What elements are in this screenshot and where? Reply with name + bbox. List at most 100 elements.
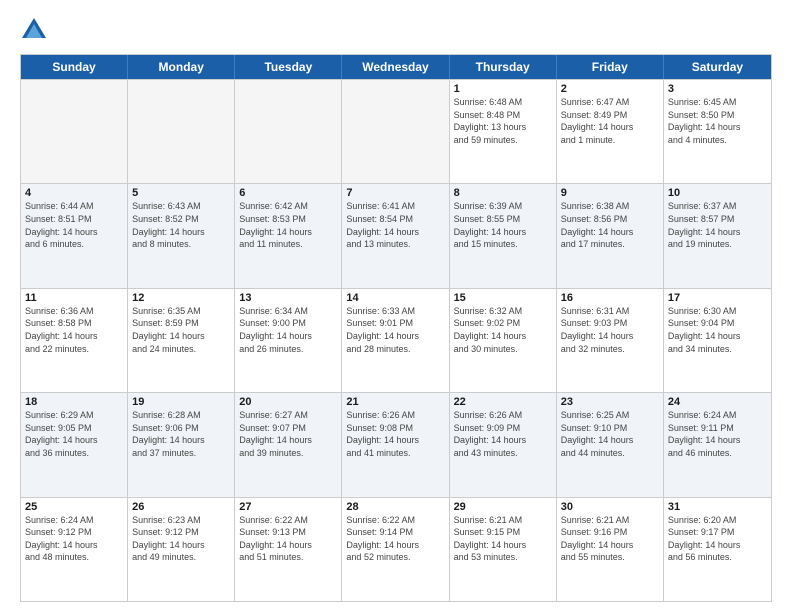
- calendar-cell: 4Sunrise: 6:44 AM Sunset: 8:51 PM Daylig…: [21, 184, 128, 287]
- day-number: 5: [132, 187, 230, 199]
- day-info: Sunrise: 6:21 AM Sunset: 9:15 PM Dayligh…: [454, 514, 552, 564]
- day-info: Sunrise: 6:31 AM Sunset: 9:03 PM Dayligh…: [561, 305, 659, 355]
- calendar-cell: 19Sunrise: 6:28 AM Sunset: 9:06 PM Dayli…: [128, 393, 235, 496]
- day-number: 26: [132, 501, 230, 513]
- calendar-cell: 3Sunrise: 6:45 AM Sunset: 8:50 PM Daylig…: [664, 80, 771, 183]
- day-info: Sunrise: 6:42 AM Sunset: 8:53 PM Dayligh…: [239, 200, 337, 250]
- day-info: Sunrise: 6:36 AM Sunset: 8:58 PM Dayligh…: [25, 305, 123, 355]
- calendar-cell: 21Sunrise: 6:26 AM Sunset: 9:08 PM Dayli…: [342, 393, 449, 496]
- day-number: 11: [25, 292, 123, 304]
- day-info: Sunrise: 6:28 AM Sunset: 9:06 PM Dayligh…: [132, 409, 230, 459]
- calendar-row: 18Sunrise: 6:29 AM Sunset: 9:05 PM Dayli…: [21, 392, 771, 496]
- day-info: Sunrise: 6:30 AM Sunset: 9:04 PM Dayligh…: [668, 305, 767, 355]
- day-info: Sunrise: 6:23 AM Sunset: 9:12 PM Dayligh…: [132, 514, 230, 564]
- weekday-header: Monday: [128, 55, 235, 79]
- calendar-row: 25Sunrise: 6:24 AM Sunset: 9:12 PM Dayli…: [21, 497, 771, 601]
- calendar-cell: 24Sunrise: 6:24 AM Sunset: 9:11 PM Dayli…: [664, 393, 771, 496]
- calendar-row: 1Sunrise: 6:48 AM Sunset: 8:48 PM Daylig…: [21, 79, 771, 183]
- day-info: Sunrise: 6:20 AM Sunset: 9:17 PM Dayligh…: [668, 514, 767, 564]
- logo-icon: [20, 16, 48, 44]
- calendar-cell: 9Sunrise: 6:38 AM Sunset: 8:56 PM Daylig…: [557, 184, 664, 287]
- calendar-cell: 22Sunrise: 6:26 AM Sunset: 9:09 PM Dayli…: [450, 393, 557, 496]
- calendar-cell: 16Sunrise: 6:31 AM Sunset: 9:03 PM Dayli…: [557, 289, 664, 392]
- day-info: Sunrise: 6:41 AM Sunset: 8:54 PM Dayligh…: [346, 200, 444, 250]
- day-number: 28: [346, 501, 444, 513]
- calendar-cell: 26Sunrise: 6:23 AM Sunset: 9:12 PM Dayli…: [128, 498, 235, 601]
- day-number: 16: [561, 292, 659, 304]
- day-number: 23: [561, 396, 659, 408]
- day-number: 21: [346, 396, 444, 408]
- day-number: 17: [668, 292, 767, 304]
- calendar-cell: 28Sunrise: 6:22 AM Sunset: 9:14 PM Dayli…: [342, 498, 449, 601]
- day-number: 7: [346, 187, 444, 199]
- day-info: Sunrise: 6:26 AM Sunset: 9:08 PM Dayligh…: [346, 409, 444, 459]
- calendar-cell: [128, 80, 235, 183]
- weekday-header: Tuesday: [235, 55, 342, 79]
- weekday-header: Sunday: [21, 55, 128, 79]
- day-number: 20: [239, 396, 337, 408]
- calendar-cell: 5Sunrise: 6:43 AM Sunset: 8:52 PM Daylig…: [128, 184, 235, 287]
- calendar-cell: 27Sunrise: 6:22 AM Sunset: 9:13 PM Dayli…: [235, 498, 342, 601]
- calendar-cell: 23Sunrise: 6:25 AM Sunset: 9:10 PM Dayli…: [557, 393, 664, 496]
- calendar-cell: 7Sunrise: 6:41 AM Sunset: 8:54 PM Daylig…: [342, 184, 449, 287]
- day-info: Sunrise: 6:45 AM Sunset: 8:50 PM Dayligh…: [668, 96, 767, 146]
- day-number: 3: [668, 83, 767, 95]
- day-number: 19: [132, 396, 230, 408]
- day-info: Sunrise: 6:33 AM Sunset: 9:01 PM Dayligh…: [346, 305, 444, 355]
- day-info: Sunrise: 6:32 AM Sunset: 9:02 PM Dayligh…: [454, 305, 552, 355]
- calendar-cell: 6Sunrise: 6:42 AM Sunset: 8:53 PM Daylig…: [235, 184, 342, 287]
- day-number: 10: [668, 187, 767, 199]
- day-number: 24: [668, 396, 767, 408]
- calendar-body: 1Sunrise: 6:48 AM Sunset: 8:48 PM Daylig…: [21, 79, 771, 601]
- calendar-row: 4Sunrise: 6:44 AM Sunset: 8:51 PM Daylig…: [21, 183, 771, 287]
- weekday-header: Thursday: [450, 55, 557, 79]
- day-number: 4: [25, 187, 123, 199]
- weekday-header: Wednesday: [342, 55, 449, 79]
- day-info: Sunrise: 6:34 AM Sunset: 9:00 PM Dayligh…: [239, 305, 337, 355]
- day-number: 6: [239, 187, 337, 199]
- calendar-cell: [21, 80, 128, 183]
- day-number: 2: [561, 83, 659, 95]
- day-number: 18: [25, 396, 123, 408]
- day-info: Sunrise: 6:25 AM Sunset: 9:10 PM Dayligh…: [561, 409, 659, 459]
- calendar-header: SundayMondayTuesdayWednesdayThursdayFrid…: [21, 55, 771, 79]
- day-info: Sunrise: 6:48 AM Sunset: 8:48 PM Dayligh…: [454, 96, 552, 146]
- calendar-cell: 11Sunrise: 6:36 AM Sunset: 8:58 PM Dayli…: [21, 289, 128, 392]
- day-number: 13: [239, 292, 337, 304]
- day-number: 22: [454, 396, 552, 408]
- calendar-cell: [235, 80, 342, 183]
- day-info: Sunrise: 6:43 AM Sunset: 8:52 PM Dayligh…: [132, 200, 230, 250]
- day-info: Sunrise: 6:44 AM Sunset: 8:51 PM Dayligh…: [25, 200, 123, 250]
- calendar-cell: 12Sunrise: 6:35 AM Sunset: 8:59 PM Dayli…: [128, 289, 235, 392]
- calendar-cell: 15Sunrise: 6:32 AM Sunset: 9:02 PM Dayli…: [450, 289, 557, 392]
- day-number: 1: [454, 83, 552, 95]
- logo: [20, 16, 52, 44]
- calendar-cell: 2Sunrise: 6:47 AM Sunset: 8:49 PM Daylig…: [557, 80, 664, 183]
- day-info: Sunrise: 6:26 AM Sunset: 9:09 PM Dayligh…: [454, 409, 552, 459]
- header: [20, 16, 772, 44]
- calendar-cell: 25Sunrise: 6:24 AM Sunset: 9:12 PM Dayli…: [21, 498, 128, 601]
- day-info: Sunrise: 6:35 AM Sunset: 8:59 PM Dayligh…: [132, 305, 230, 355]
- calendar-cell: 8Sunrise: 6:39 AM Sunset: 8:55 PM Daylig…: [450, 184, 557, 287]
- calendar-cell: [342, 80, 449, 183]
- day-info: Sunrise: 6:37 AM Sunset: 8:57 PM Dayligh…: [668, 200, 767, 250]
- calendar-cell: 14Sunrise: 6:33 AM Sunset: 9:01 PM Dayli…: [342, 289, 449, 392]
- day-number: 15: [454, 292, 552, 304]
- day-info: Sunrise: 6:27 AM Sunset: 9:07 PM Dayligh…: [239, 409, 337, 459]
- weekday-header: Friday: [557, 55, 664, 79]
- day-info: Sunrise: 6:29 AM Sunset: 9:05 PM Dayligh…: [25, 409, 123, 459]
- calendar-cell: 1Sunrise: 6:48 AM Sunset: 8:48 PM Daylig…: [450, 80, 557, 183]
- day-info: Sunrise: 6:39 AM Sunset: 8:55 PM Dayligh…: [454, 200, 552, 250]
- day-number: 14: [346, 292, 444, 304]
- day-info: Sunrise: 6:47 AM Sunset: 8:49 PM Dayligh…: [561, 96, 659, 146]
- calendar-cell: 30Sunrise: 6:21 AM Sunset: 9:16 PM Dayli…: [557, 498, 664, 601]
- calendar-cell: 29Sunrise: 6:21 AM Sunset: 9:15 PM Dayli…: [450, 498, 557, 601]
- calendar: SundayMondayTuesdayWednesdayThursdayFrid…: [20, 54, 772, 602]
- day-number: 12: [132, 292, 230, 304]
- day-info: Sunrise: 6:24 AM Sunset: 9:12 PM Dayligh…: [25, 514, 123, 564]
- weekday-header: Saturday: [664, 55, 771, 79]
- day-number: 27: [239, 501, 337, 513]
- day-info: Sunrise: 6:22 AM Sunset: 9:14 PM Dayligh…: [346, 514, 444, 564]
- calendar-cell: 18Sunrise: 6:29 AM Sunset: 9:05 PM Dayli…: [21, 393, 128, 496]
- day-info: Sunrise: 6:24 AM Sunset: 9:11 PM Dayligh…: [668, 409, 767, 459]
